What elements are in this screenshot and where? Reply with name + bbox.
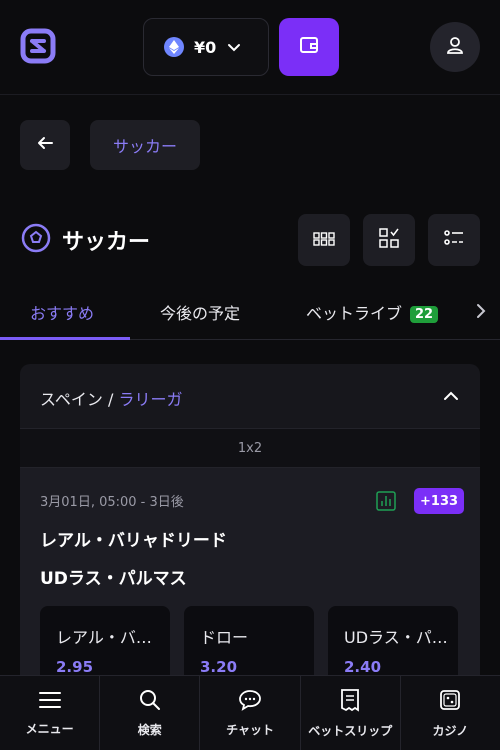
tab-live[interactable]: ベットライブ 22	[306, 300, 439, 324]
dice-icon	[438, 688, 462, 716]
nav-betslip[interactable]: ベットスリップ	[301, 676, 401, 750]
filter-settings-button[interactable]	[428, 214, 480, 266]
active-tab-indicator	[0, 337, 130, 340]
wallet-icon	[298, 34, 320, 60]
balance-amount: ¥0	[194, 37, 217, 57]
tab-recommended[interactable]: おすすめ	[30, 300, 94, 324]
nav-label: メニュー	[25, 721, 74, 736]
page-title-row: サッカー	[20, 222, 150, 258]
chevron-up-icon[interactable]	[442, 388, 460, 407]
nav-label: 検索	[137, 722, 162, 737]
filter-settings-icon	[443, 229, 465, 251]
chevron-down-icon	[226, 39, 242, 55]
arrow-left-icon	[36, 134, 54, 156]
search-icon	[139, 689, 161, 715]
page-title: サッカー	[62, 230, 151, 255]
wallet-button[interactable]	[279, 18, 339, 76]
tab-upcoming[interactable]: 今後の予定	[160, 300, 240, 324]
nav-casino[interactable]: カジノ	[401, 676, 500, 750]
ethereum-icon	[164, 37, 184, 57]
back-button[interactable]	[20, 120, 70, 170]
betslip-icon	[340, 688, 360, 716]
odd-value: 2.95	[56, 658, 94, 676]
event-time: 3月01日, 05:00 - 3日後	[40, 495, 184, 510]
balance-selector[interactable]: ¥0	[143, 18, 269, 76]
bottom-navigation: メニュー 検索 チャット ベットスリップ カジノ	[0, 675, 500, 750]
nav-label: ベットスリップ	[308, 723, 393, 738]
home-team: レアル・バリャドリード	[40, 531, 227, 551]
nav-menu[interactable]: メニュー	[0, 676, 101, 750]
nav-label: チャット	[226, 722, 274, 737]
live-count-badge: 22	[410, 306, 439, 323]
user-icon	[445, 35, 465, 59]
profile-button[interactable]	[430, 22, 480, 72]
nav-label: カジノ	[432, 723, 469, 738]
league-country: スペイン	[40, 390, 103, 409]
menu-icon	[38, 690, 62, 714]
market-type: 1x2	[20, 428, 480, 468]
top-header: ¥0	[0, 0, 500, 95]
nav-chat[interactable]: チャット	[200, 676, 301, 750]
grid-view-icon	[313, 231, 335, 250]
league-name: ラリーガ	[118, 390, 183, 409]
odd-label: UDラス・パルマス	[344, 628, 450, 647]
tab-live-label: ベットライブ	[306, 304, 403, 323]
odd-value: 2.40	[344, 658, 382, 676]
odd-value: 3.20	[200, 658, 238, 676]
tab-bar: おすすめ 今後の予定 ベットライブ 22	[0, 290, 500, 340]
league-header[interactable]: スペイン / ラリーガ	[40, 386, 182, 410]
checklist-button[interactable]	[363, 214, 415, 266]
grid-view-button[interactable]	[298, 214, 350, 266]
away-team: UDラス・パルマス	[40, 569, 187, 589]
odd-label: レアル・バリャドリード	[56, 628, 162, 647]
stats-icon[interactable]	[375, 490, 397, 516]
odd-label: ドロー	[200, 628, 249, 647]
checklist-icon	[378, 227, 400, 253]
chat-icon	[238, 689, 262, 715]
app-logo-icon[interactable]	[20, 28, 56, 64]
league-separator: /	[107, 390, 114, 409]
breadcrumb-current[interactable]: サッカー	[90, 120, 200, 170]
more-markets-badge[interactable]: +133	[414, 488, 465, 514]
nav-search[interactable]: 検索	[100, 676, 201, 750]
soccer-ball-icon	[20, 222, 52, 258]
chevron-right-icon[interactable]	[474, 302, 488, 324]
